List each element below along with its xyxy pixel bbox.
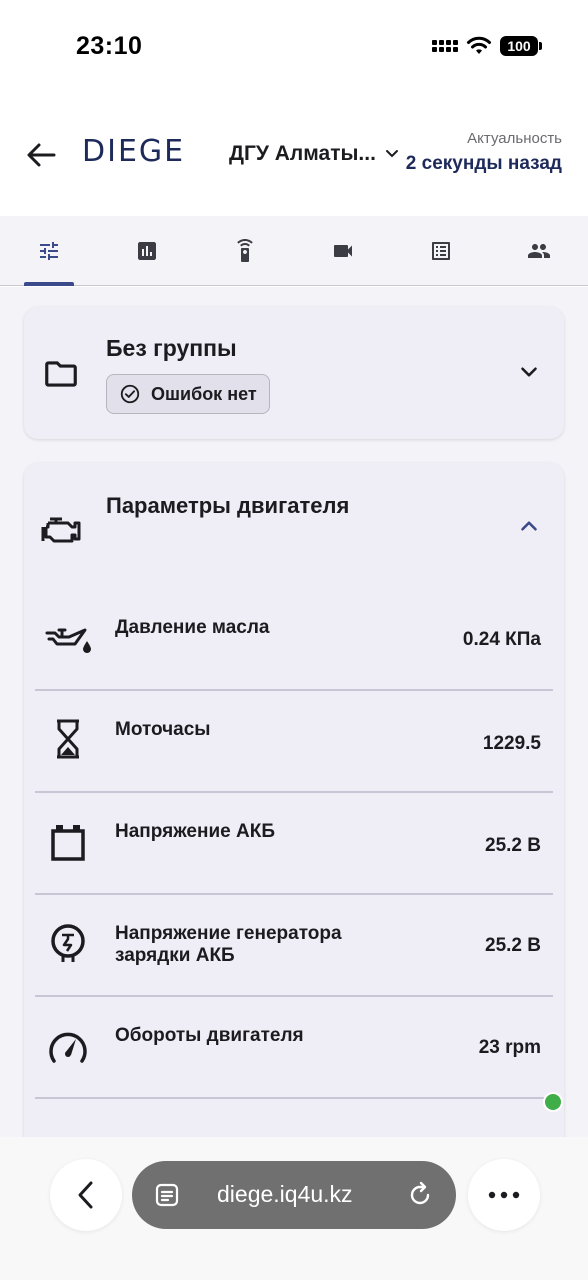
- param-value: 1229.5: [482, 733, 541, 754]
- chevron-left-icon: [78, 1181, 93, 1209]
- tab-remote[interactable]: [196, 216, 294, 285]
- users-icon: [528, 243, 550, 258]
- oil-can-icon: [45, 628, 91, 653]
- status-indicator-dot: [543, 1092, 563, 1112]
- wifi-icon: [467, 36, 491, 54]
- actuality-label: Актуальность: [467, 130, 562, 147]
- group-title: Без группы: [106, 335, 237, 361]
- remote-icon: [237, 238, 253, 262]
- tab-charts[interactable]: [98, 216, 196, 285]
- chevron-up-icon[interactable]: [516, 513, 542, 539]
- folder-icon: [45, 361, 77, 387]
- chip-label: Ошибок нет: [151, 383, 257, 404]
- alternator-icon: [51, 924, 85, 962]
- battery-icon: [51, 825, 85, 861]
- more-options-button[interactable]: [468, 1159, 540, 1231]
- browser-back-button[interactable]: [50, 1159, 122, 1231]
- back-arrow-icon[interactable]: [24, 138, 58, 172]
- reader-icon: [155, 1183, 179, 1207]
- param-label: Напряжение генератора зарядки АКБ: [115, 923, 342, 966]
- hourglass-icon: [57, 719, 79, 759]
- chart-icon: [138, 241, 156, 260]
- chevron-down-icon: [385, 150, 398, 158]
- tab-list[interactable]: [392, 216, 490, 285]
- reload-icon[interactable]: [406, 1181, 434, 1209]
- tab-bar: [0, 216, 588, 286]
- chevron-down-icon[interactable]: [516, 359, 542, 385]
- param-row-engine-hours: Моточасы 1229.5: [35, 691, 553, 793]
- no-errors-chip[interactable]: Ошибок нет: [106, 374, 270, 414]
- status-time: 23:10: [76, 32, 143, 60]
- battery-indicator: 100: [500, 36, 542, 56]
- param-value: 0.24 КПа: [462, 629, 541, 650]
- tab-video[interactable]: [294, 216, 392, 285]
- status-icons: 100: [432, 36, 542, 56]
- param-row-alternator-voltage: Напряжение генератора зарядки АКБ 25.2 В: [35, 895, 553, 997]
- address-bar[interactable]: diege.iq4u.kz: [132, 1161, 456, 1229]
- site-name: ДГУ Алматы...: [229, 142, 376, 165]
- param-row-engine-rpm: Обороты двигателя 23 rpm: [35, 997, 553, 1099]
- param-value: 25.2 В: [485, 935, 541, 956]
- more-dots-icon: [488, 1191, 520, 1199]
- engine-card: Параметры двигателя Давление масла 0.24 …: [24, 463, 564, 1137]
- param-row-battery-voltage: Напряжение АКБ 25.2 В: [35, 793, 553, 895]
- engine-icon: [41, 517, 81, 543]
- status-bar: 23:10 100: [0, 0, 588, 96]
- param-label: Обороты двигателя: [115, 1025, 304, 1046]
- video-icon: [334, 244, 352, 257]
- param-label: Моточасы: [115, 719, 211, 740]
- site-selector[interactable]: ДГУ Алматы...: [229, 142, 400, 166]
- param-label: Давление масла: [115, 617, 270, 638]
- engine-title: Параметры двигателя: [106, 493, 350, 518]
- tab-users[interactable]: [490, 216, 588, 285]
- diege-logo: DIEGE: [82, 134, 186, 169]
- param-row-oil-pressure: Давление масла 0.24 КПа: [35, 589, 553, 691]
- tab-parameters[interactable]: [0, 216, 98, 286]
- group-card[interactable]: Без группы Ошибок нет: [24, 307, 564, 439]
- actuality-value: 2 секунды назад: [405, 153, 562, 174]
- param-label: Напряжение АКБ: [115, 821, 275, 842]
- app-header: DIEGE ДГУ Алматы... Актуальность 2 секун…: [0, 96, 588, 216]
- param-value: 23 rpm: [478, 1037, 541, 1058]
- browser-toolbar: diege.iq4u.kz: [0, 1137, 588, 1280]
- sliders-icon: [40, 241, 58, 260]
- content-area: Без группы Ошибок нет Параметры двигател…: [0, 287, 588, 1137]
- speedometer-icon: [49, 1032, 87, 1063]
- url-text: diege.iq4u.kz: [217, 1181, 353, 1207]
- param-value: 25.2 В: [485, 835, 541, 856]
- list-icon: [432, 241, 450, 260]
- cellular-signal-icon: [432, 40, 458, 52]
- check-circle-icon: [120, 384, 140, 404]
- actuality-info: Актуальность 2 секунды назад: [406, 130, 562, 175]
